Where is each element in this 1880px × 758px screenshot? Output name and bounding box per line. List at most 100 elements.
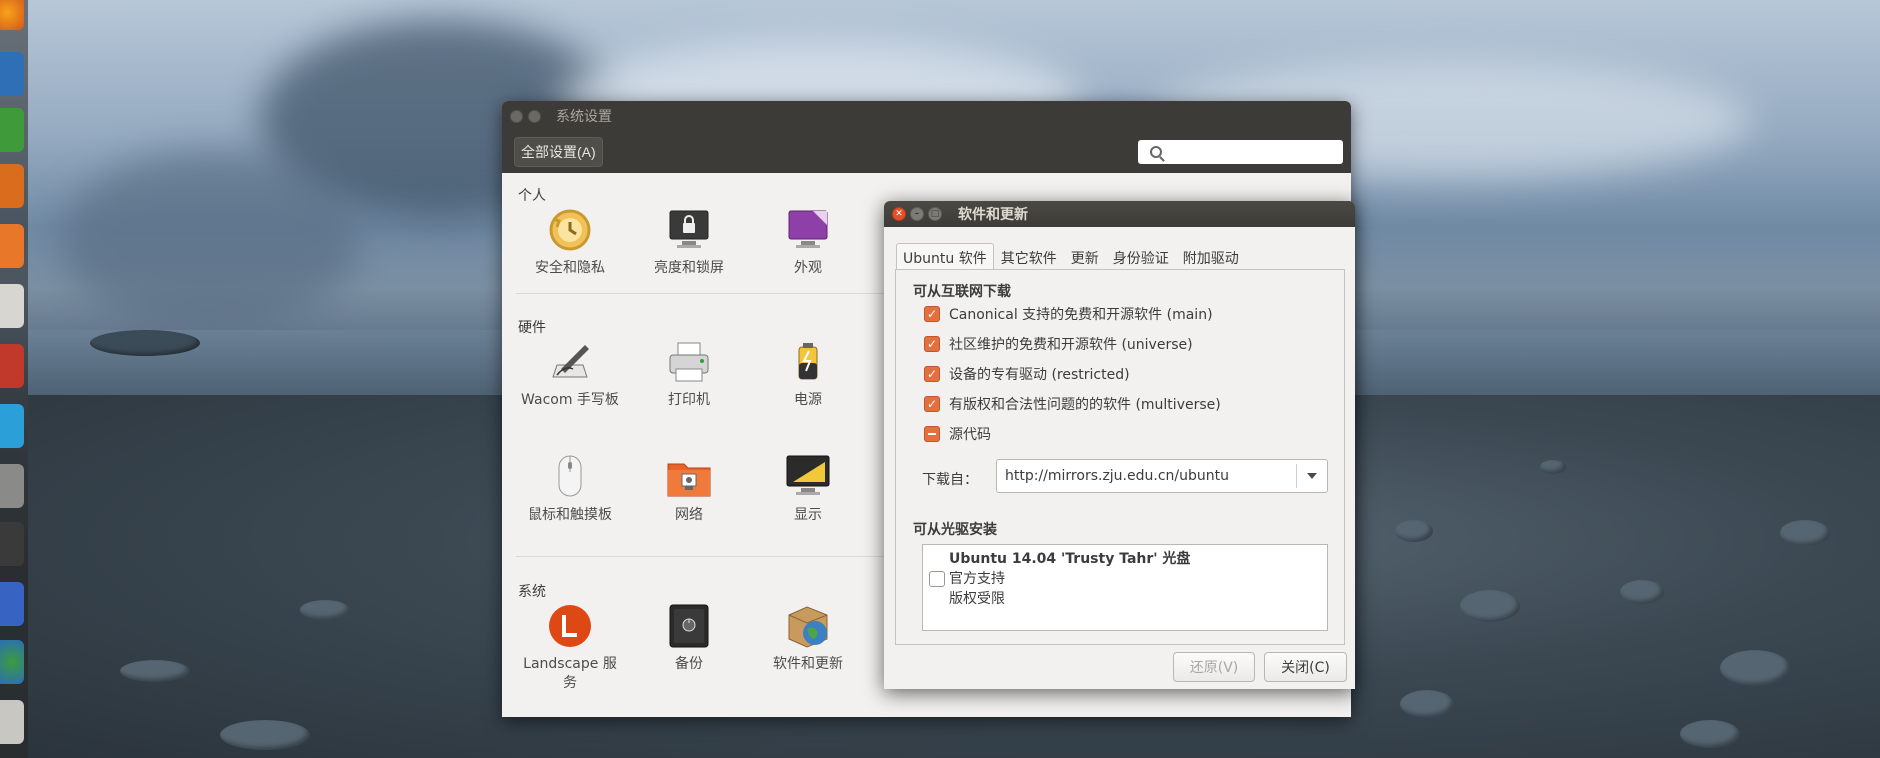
component-source-row[interactable]: 源代码 xyxy=(924,424,991,444)
close-icon[interactable]: ✕ xyxy=(892,207,906,221)
download-server-value: http://mirrors.zju.edu.cn/ubuntu xyxy=(1005,468,1229,484)
mouse-icon xyxy=(547,454,593,500)
software-updates-icon xyxy=(785,603,831,649)
setting-brightness-lock[interactable]: 亮度和锁屏 xyxy=(639,207,739,278)
setting-label: 安全和隐私 xyxy=(535,260,605,276)
ubuntu-software-panel: 可从互联网下载 ✓ Canonical 支持的免费和开源软件 (main) ✓ … xyxy=(895,269,1345,645)
tab-bar: Ubuntu 软件 其它软件 更新 身份验证 附加驱动 xyxy=(896,243,1246,272)
utility-launcher-icon[interactable] xyxy=(0,464,24,508)
wacom-tablet-icon xyxy=(547,339,593,385)
power-icon xyxy=(785,339,831,385)
download-from-label: 下载自： xyxy=(922,472,978,488)
component-multiverse-row[interactable]: ✓ 有版权和合法性问题的的软件 (multiverse) xyxy=(924,394,1221,414)
maximize-icon[interactable]: □ xyxy=(928,207,942,221)
printer-icon xyxy=(666,339,712,385)
minimize-icon[interactable] xyxy=(528,109,541,123)
setting-label: 外观 xyxy=(794,260,822,276)
minimize-icon[interactable]: – xyxy=(910,207,924,221)
component-restricted-row[interactable]: ✓ 设备的专有驱动 (restricted) xyxy=(924,364,1130,384)
security-privacy-icon xyxy=(547,207,593,253)
setting-printers[interactable]: 打印机 xyxy=(639,339,739,410)
impress-launcher-icon[interactable] xyxy=(0,164,24,208)
writer-launcher-icon[interactable] xyxy=(0,52,24,96)
search-icon xyxy=(1150,146,1162,158)
section-title-system: 系统 xyxy=(518,584,546,600)
app-launcher-icon[interactable] xyxy=(0,404,24,448)
setting-label: Landscape 服务 xyxy=(523,656,617,691)
calc-launcher-icon[interactable] xyxy=(0,108,24,152)
search-input[interactable] xyxy=(1138,140,1343,164)
checkbox-restricted[interactable]: ✓ xyxy=(924,366,940,382)
setting-software-updates[interactable]: 软件和更新 xyxy=(758,603,858,674)
setting-security-privacy[interactable]: 安全和隐私 xyxy=(520,207,620,278)
settings-launcher-icon[interactable] xyxy=(0,344,24,388)
component-universe-row[interactable]: ✓ 社区维护的免费和开源软件 (universe) xyxy=(924,334,1193,354)
tab-ubuntu-software[interactable]: Ubuntu 软件 xyxy=(896,243,994,272)
settings-title: 系统设置 xyxy=(556,109,612,125)
setting-label: 鼠标和触摸板 xyxy=(528,507,612,523)
setting-label: 亮度和锁屏 xyxy=(654,260,724,276)
checkbox-main[interactable]: ✓ xyxy=(924,306,940,322)
cdrom-heading: 可从光驱安装 xyxy=(913,522,997,538)
internet-heading: 可从互联网下载 xyxy=(913,284,1011,300)
close-icon[interactable] xyxy=(510,109,523,123)
setting-label: 软件和更新 xyxy=(773,656,843,672)
appearance-icon xyxy=(785,207,831,253)
software-updater-launcher-icon[interactable] xyxy=(0,640,24,684)
dialog-titlebar: ✕ – □ 软件和更新 xyxy=(884,201,1355,227)
setting-wacom[interactable]: Wacom 手写板 xyxy=(520,339,620,410)
section-divider xyxy=(516,556,896,557)
checkbox-cdrom[interactable] xyxy=(929,571,945,587)
cdrom-entry[interactable]: Ubuntu 14.04 'Trusty Tahr' 光盘 官方支持 版权受限 xyxy=(949,549,1190,609)
all-settings-button[interactable]: 全部设置(A) xyxy=(514,137,603,167)
setting-label: 备份 xyxy=(675,656,703,672)
component-label: 源代码 xyxy=(949,427,991,443)
component-label: 设备的专有驱动 (restricted) xyxy=(949,367,1130,383)
setting-backup[interactable]: 备份 xyxy=(639,603,739,674)
cdrom-list: Ubuntu 14.04 'Trusty Tahr' 光盘 官方支持 版权受限 xyxy=(922,544,1328,631)
tab-authentication[interactable]: 身份验证 xyxy=(1106,243,1176,272)
setting-appearance[interactable]: 外观 xyxy=(758,207,858,278)
cdrom-line2: 版权受限 xyxy=(949,591,1005,607)
component-main-row[interactable]: ✓ Canonical 支持的免费和开源软件 (main) xyxy=(924,304,1213,324)
section-divider xyxy=(516,293,896,294)
tab-updates[interactable]: 更新 xyxy=(1064,243,1106,272)
checkbox-source-code[interactable] xyxy=(924,426,940,442)
section-title-hardware: 硬件 xyxy=(518,320,546,336)
setting-network[interactable]: 网络 xyxy=(639,454,739,525)
setting-landscape[interactable]: Landscape 服务 xyxy=(520,603,620,693)
firefox-launcher-icon[interactable] xyxy=(0,0,24,30)
setting-label: 网络 xyxy=(675,507,703,523)
settings-titlebar: 系统设置 xyxy=(502,101,1351,131)
setting-label: 显示 xyxy=(794,507,822,523)
cdrom-line1: 官方支持 xyxy=(949,571,1005,587)
setting-label: Wacom 手写板 xyxy=(521,392,619,408)
component-label: 社区维护的免费和开源软件 (universe) xyxy=(949,337,1193,353)
checkbox-universe[interactable]: ✓ xyxy=(924,336,940,352)
setting-label: 打印机 xyxy=(668,392,710,408)
setting-label: 电源 xyxy=(794,392,822,408)
settings-toolbar: 全部设置(A) xyxy=(502,131,1351,173)
software-center-launcher-icon[interactable] xyxy=(0,224,24,268)
display-icon xyxy=(785,454,831,500)
close-button[interactable]: 关闭(C) xyxy=(1264,652,1347,682)
tab-additional-drivers[interactable]: 附加驱动 xyxy=(1176,243,1246,272)
amazon-launcher-icon[interactable] xyxy=(0,284,24,328)
tab-other-software[interactable]: 其它软件 xyxy=(994,243,1064,272)
download-server-select[interactable]: http://mirrors.zju.edu.cn/ubuntu xyxy=(996,459,1328,493)
terminal-launcher-icon[interactable] xyxy=(0,522,24,566)
workspaces-launcher-icon[interactable] xyxy=(0,582,24,626)
setting-power[interactable]: 电源 xyxy=(758,339,858,410)
chevron-down-icon[interactable] xyxy=(1297,473,1327,479)
setting-displays[interactable]: 显示 xyxy=(758,454,858,525)
component-label: 有版权和合法性问题的的软件 (multiverse) xyxy=(949,397,1221,413)
cdrom-title: Ubuntu 14.04 'Trusty Tahr' 光盘 xyxy=(949,551,1191,567)
revert-button[interactable]: 还原(V) xyxy=(1173,652,1255,682)
brightness-lock-icon xyxy=(666,207,712,253)
dialog-title: 软件和更新 xyxy=(958,207,1028,223)
disk-launcher-icon[interactable] xyxy=(0,700,24,744)
component-label: Canonical 支持的免费和开源软件 (main) xyxy=(949,307,1213,323)
checkbox-multiverse[interactable]: ✓ xyxy=(924,396,940,412)
network-folder-icon xyxy=(666,454,712,500)
setting-mouse-touchpad[interactable]: 鼠标和触摸板 xyxy=(520,454,620,525)
